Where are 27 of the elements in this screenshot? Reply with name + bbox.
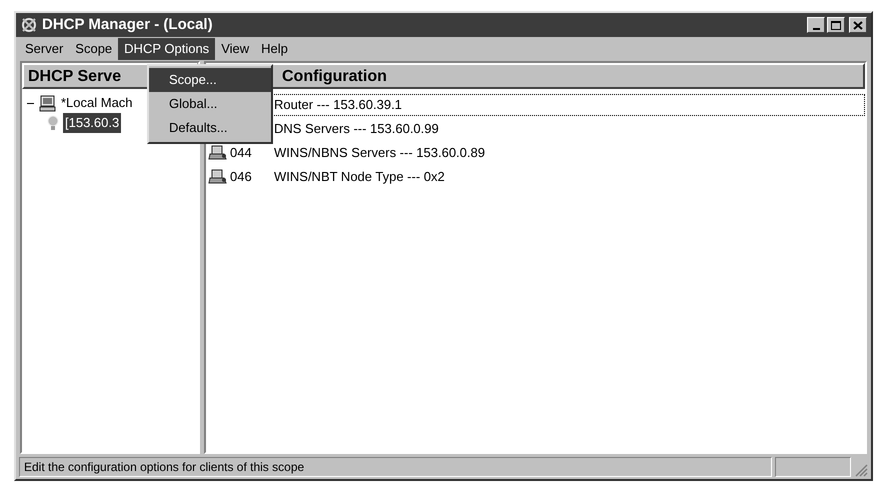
option-entry[interactable]: DNS Servers --- 153.60.0.99 — [272, 118, 865, 140]
network-icon — [20, 17, 38, 33]
lightbulb-icon — [46, 115, 60, 131]
minimize-button[interactable] — [807, 17, 825, 33]
close-icon — [853, 20, 863, 30]
computer-icon — [38, 94, 56, 112]
maximize-button[interactable] — [827, 17, 845, 33]
status-text: Edit the configuration options for clients of this scope — [19, 457, 772, 477]
option-entry[interactable]: WINS/NBNS Servers --- 153.60.0.89 — [272, 142, 865, 164]
tree-item[interactable]: *Local Mach — [59, 93, 135, 113]
size-grip-icon — [854, 463, 868, 477]
menu-option[interactable]: Scope... — [149, 68, 271, 92]
option-code: 046 — [230, 168, 252, 186]
menu-item[interactable]: Help — [255, 38, 294, 60]
close-button[interactable] — [849, 17, 867, 33]
option-entry[interactable]: WINS/NBT Node Type --- 0x2 — [272, 166, 865, 188]
menu-option[interactable]: Defaults... — [149, 116, 271, 140]
tree-item[interactable]: [153.60.3 — [63, 113, 122, 133]
menu-item[interactable]: Scope — [69, 38, 118, 60]
option-entry[interactable]: Router --- 153.60.39.1 — [272, 94, 865, 116]
option-icon — [208, 168, 228, 186]
menu-item[interactable]: Server — [19, 38, 70, 60]
option-code: 044 — [230, 144, 252, 162]
menu-item[interactable]: DHCP Options — [118, 38, 216, 60]
menu-item[interactable]: View — [215, 38, 256, 60]
menu-option[interactable]: Global... — [149, 92, 271, 116]
window-title: DHCP Manager - (Local) — [42, 14, 213, 35]
